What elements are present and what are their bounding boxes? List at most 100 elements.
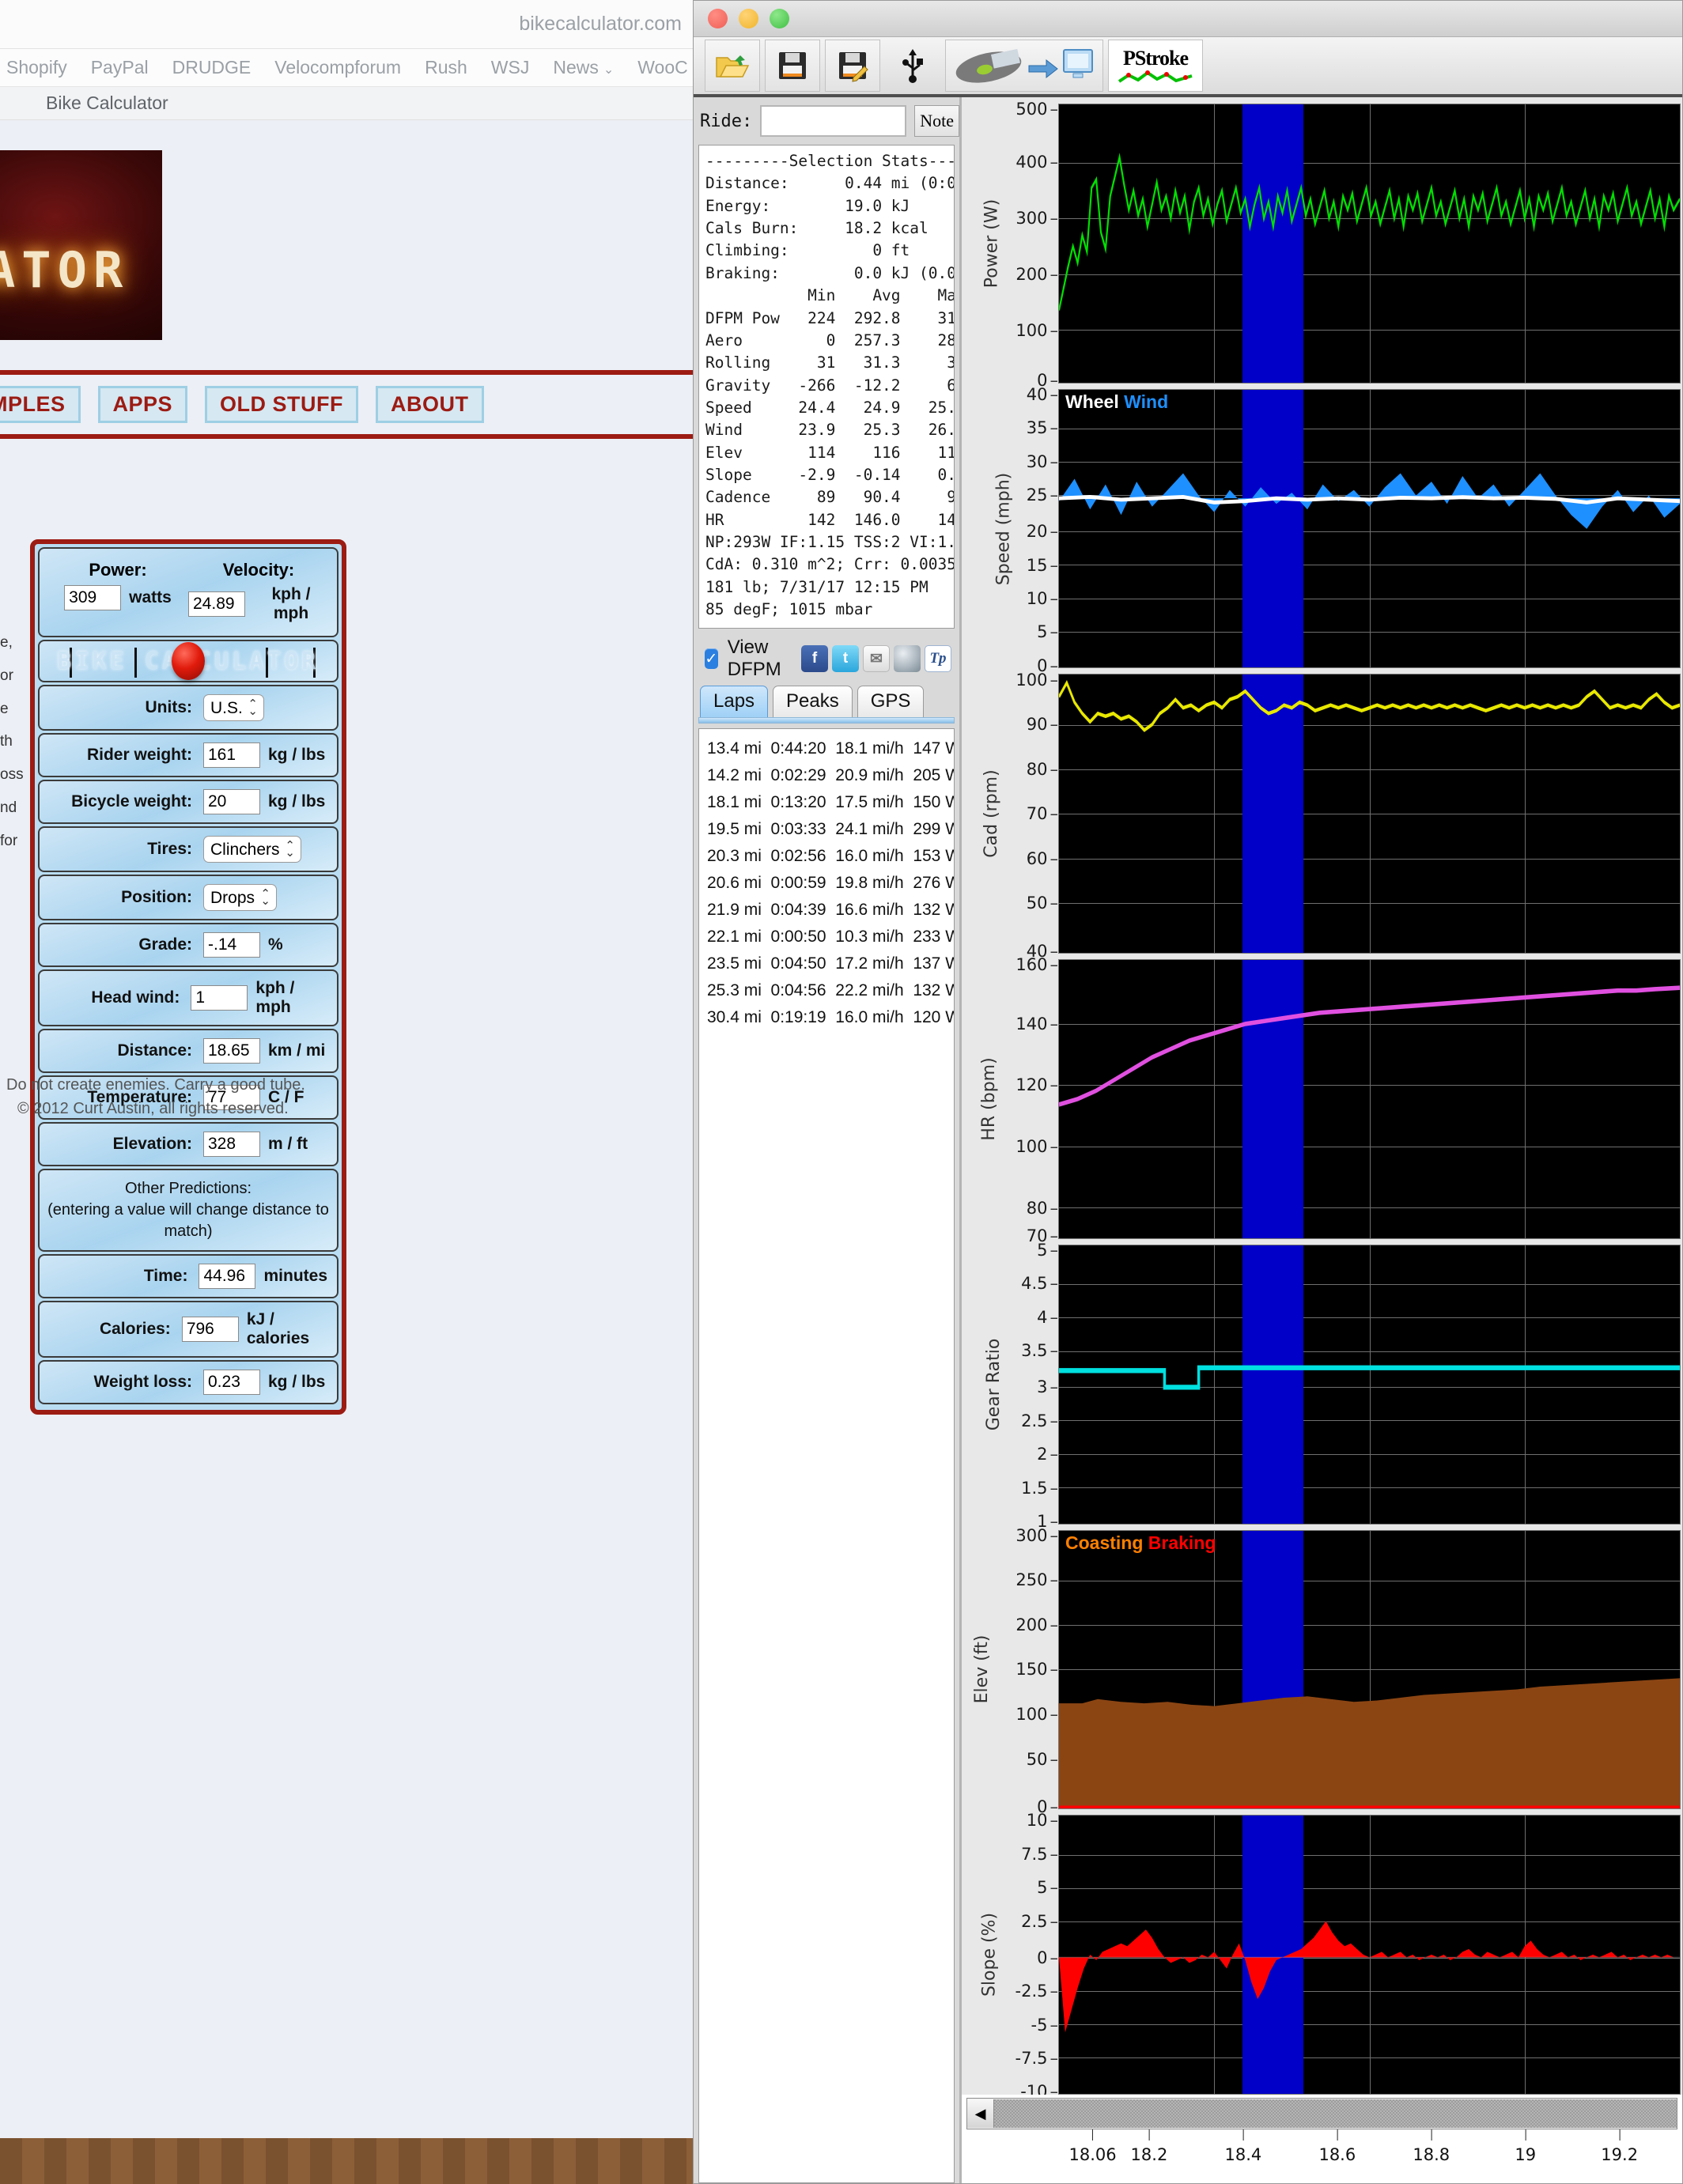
- power-input[interactable]: [64, 585, 122, 610]
- bookmark-wooc[interactable]: WooC: [637, 57, 688, 78]
- list-item[interactable]: 19.5 mi 0:03:33 24.1 mi/h 299 W: [707, 816, 954, 843]
- tires-label: Tires:: [147, 840, 192, 858]
- x-tick-label: 18.06: [1068, 2145, 1117, 2164]
- list-item[interactable]: 25.3 mi 0:04:56 22.2 mi/h 132 W: [707, 977, 954, 1004]
- scrollbar-thumb[interactable]: [994, 2099, 1677, 2128]
- view-dfpm-checkbox[interactable]: ✓: [705, 648, 718, 669]
- rider-weight-input[interactable]: [203, 742, 260, 768]
- bookmark-drudge[interactable]: DRUDGE: [172, 57, 252, 78]
- bookmark-shopify[interactable]: Shopify: [6, 57, 67, 78]
- download-device-button[interactable]: [945, 40, 1103, 92]
- velocity-label: Velocity:: [222, 560, 295, 580]
- red-ball-slider[interactable]: [172, 642, 205, 680]
- y-tick: 100: [1015, 321, 1058, 340]
- bookmark-news[interactable]: News ⌄: [553, 57, 614, 78]
- banner-heading: BIKECALCULATOR: [0, 241, 130, 300]
- x-tick: 18.2: [1131, 2129, 1167, 2164]
- head-wind-label: Head wind:: [91, 988, 180, 1007]
- distance-input[interactable]: [203, 1038, 260, 1064]
- elevation-unit: m / ft: [268, 1135, 308, 1153]
- slope-y-label: Slope (%): [979, 1913, 1000, 1997]
- list-item[interactable]: 20.6 mi 0:00:59 19.8 mi/h 276 W: [707, 870, 954, 897]
- elevation-plot[interactable]: Coasting Braking: [1058, 1529, 1681, 1810]
- laps-list[interactable]: 13.4 mi 0:44:20 18.1 mi/h 147 W 14.2 mi …: [698, 728, 955, 2183]
- email-icon[interactable]: ✉: [863, 645, 890, 672]
- weight-loss-label: Weight loss:: [93, 1373, 192, 1391]
- open-file-button[interactable]: [705, 40, 760, 92]
- pstroke-logo-button[interactable]: PStroke: [1108, 40, 1203, 92]
- close-window-button[interactable]: [708, 9, 728, 28]
- maximize-window-button[interactable]: [770, 9, 789, 28]
- grade-input[interactable]: [203, 932, 260, 958]
- y-tick: 50: [1027, 1750, 1058, 1769]
- nav-examples[interactable]: AMPLES: [0, 386, 81, 423]
- cadence-plot[interactable]: [1058, 674, 1681, 954]
- window-titlebar[interactable]: [694, 1, 1682, 37]
- list-item[interactable]: 13.4 mi 0:44:20 18.1 mi/h 147 W: [707, 735, 954, 762]
- legend-wind: Wind: [1124, 391, 1169, 412]
- minimize-window-button[interactable]: [739, 9, 758, 28]
- usb-icon: [902, 49, 923, 83]
- units-select[interactable]: U.S.: [203, 694, 264, 721]
- gear-ratio-plot[interactable]: [1058, 1244, 1681, 1525]
- save-button[interactable]: [765, 40, 820, 92]
- y-tick: 200: [1015, 265, 1058, 284]
- list-item[interactable]: 22.1 mi 0:00:50 10.3 mi/h 233 W: [707, 924, 954, 950]
- save-as-button[interactable]: [825, 40, 880, 92]
- list-item[interactable]: 23.5 mi 0:04:50 17.2 mi/h 137 W: [707, 950, 954, 977]
- velocity-input[interactable]: [188, 591, 245, 617]
- power-y-label: Power (W): [981, 198, 1002, 289]
- cadence-trace: [1059, 680, 1680, 733]
- tab-gps[interactable]: GPS: [857, 686, 925, 717]
- browser-url-bar[interactable]: bikecalculator.com: [0, 0, 696, 49]
- field-position: Position: Drops ⌃ ⌄: [38, 875, 338, 920]
- rider-weight-label: Rider weight:: [86, 746, 192, 764]
- hr-plot[interactable]: [1058, 959, 1681, 1239]
- y-tick: 15: [1027, 556, 1058, 575]
- list-item[interactable]: 20.3 mi 0:02:56 16.0 mi/h 153 W: [707, 843, 954, 870]
- bookmark-wsj[interactable]: WSJ: [491, 57, 530, 78]
- speed-y-label: Speed (mph): [993, 472, 1014, 585]
- scroll-left-arrow-icon[interactable]: ◀: [967, 2099, 994, 2128]
- bookmark-paypal[interactable]: PayPal: [91, 57, 149, 78]
- calories-label: Calories:: [99, 1320, 171, 1338]
- facebook-icon[interactable]: f: [801, 645, 828, 672]
- list-item[interactable]: 18.1 mi 0:13:20 17.5 mi/h 150 W: [707, 789, 954, 816]
- units-label: Units:: [145, 698, 193, 716]
- tab-laps[interactable]: Laps: [700, 686, 769, 717]
- weight-loss-input[interactable]: [203, 1370, 260, 1395]
- bicycle-weight-input[interactable]: [203, 789, 260, 814]
- list-item[interactable]: 21.9 mi 0:04:39 16.6 mi/h 132 W: [707, 897, 954, 924]
- power-plot[interactable]: [1058, 104, 1681, 384]
- power-trace: [1059, 153, 1680, 311]
- field-weight-loss: Weight loss: kg / lbs: [38, 1360, 338, 1404]
- bookmark-rush[interactable]: Rush: [425, 57, 467, 78]
- globe-icon[interactable]: [894, 645, 921, 672]
- side-text-column: e, or e th oss nd for: [0, 626, 27, 858]
- tab-peaks[interactable]: Peaks: [773, 686, 853, 717]
- nav-apps[interactable]: APPS: [97, 386, 188, 423]
- horizontal-scrollbar[interactable]: ◀: [966, 2098, 1677, 2129]
- tab-bike-calculator[interactable]: Bike Calculator: [46, 93, 168, 114]
- speed-plot[interactable]: Wheel Wind: [1058, 388, 1681, 669]
- ride-input[interactable]: [760, 105, 907, 137]
- y-tick: 7.5: [1021, 1845, 1058, 1864]
- calories-input[interactable]: [181, 1317, 239, 1342]
- note-button[interactable]: Note: [914, 105, 959, 137]
- slope-plot[interactable]: [1058, 1815, 1681, 2095]
- head-wind-input[interactable]: [191, 985, 248, 1011]
- list-item[interactable]: 30.4 mi 0:19:19 16.0 mi/h 120 W: [707, 1004, 954, 1031]
- tires-select[interactable]: Clinchers: [203, 836, 301, 863]
- nav-old-stuff[interactable]: OLD STUFF: [205, 386, 359, 423]
- elevation-input[interactable]: [203, 1132, 260, 1157]
- bookmark-velocompforum[interactable]: Velocompforum: [274, 57, 401, 78]
- nav-about[interactable]: ABOUT: [376, 386, 484, 423]
- y-tick: 40: [1027, 385, 1058, 404]
- list-item[interactable]: 14.2 mi 0:02:29 20.9 mi/h 205 W: [707, 762, 954, 789]
- floppy-disk-icon: [779, 52, 806, 79]
- usb-button[interactable]: [885, 40, 940, 92]
- time-input[interactable]: [199, 1264, 256, 1289]
- twitter-icon[interactable]: t: [832, 645, 859, 672]
- trainingpeaks-icon[interactable]: Tp: [925, 645, 951, 672]
- position-select[interactable]: Drops: [203, 884, 277, 911]
